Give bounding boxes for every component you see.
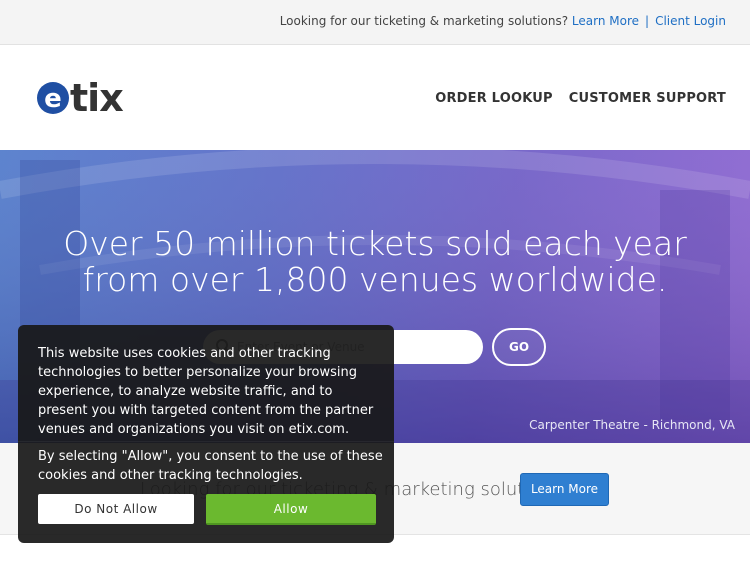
cookie-divider — [18, 441, 394, 442]
nav-order-lookup[interactable]: ORDER LOOKUP — [435, 91, 553, 106]
svg-text:e: e — [44, 84, 62, 114]
cookie-consent-dialog: This website uses cookies and other trac… — [18, 325, 394, 543]
hero-headline: Over 50 million tickets sold each year f… — [0, 226, 750, 298]
learn-more-link[interactable]: Learn More — [572, 14, 639, 28]
cookie-consent-text: By selecting "Allow", you consent to the… — [38, 449, 383, 483]
solutions-prompt: Looking for our ticketing & marketing so… — [279, 14, 569, 28]
hero-headline-line2: from over 1,800 venues worldwide. — [82, 260, 668, 299]
venue-caption: Carpenter Theatre - Richmond, VA — [529, 418, 735, 432]
hero-headline-line1: Over 50 million tickets sold each year — [63, 224, 687, 263]
top-utility-text: Looking for our ticketing & marketing so… — [280, 14, 726, 28]
allow-button[interactable]: Allow — [206, 494, 376, 525]
link-separator: | — [645, 14, 650, 28]
top-utility-bar: Looking for our ticketing & marketing so… — [0, 0, 750, 45]
site-header: e tix ORDER LOOKUP CUSTOMER SUPPORT — [0, 45, 750, 150]
etix-logo-icon: e tix — [37, 76, 124, 120]
client-login-link[interactable]: Client Login — [655, 14, 726, 28]
etix-logo[interactable]: e tix — [36, 73, 136, 123]
go-button[interactable]: GO — [492, 328, 546, 366]
cookie-notice-text: This website uses cookies and other trac… — [38, 346, 374, 437]
main-nav: ORDER LOOKUP CUSTOMER SUPPORT — [435, 91, 726, 106]
learn-more-button[interactable]: Learn More — [520, 473, 609, 506]
svg-text:tix: tix — [70, 76, 123, 120]
nav-customer-support[interactable]: CUSTOMER SUPPORT — [569, 91, 726, 106]
do-not-allow-button[interactable]: Do Not Allow — [38, 494, 194, 524]
